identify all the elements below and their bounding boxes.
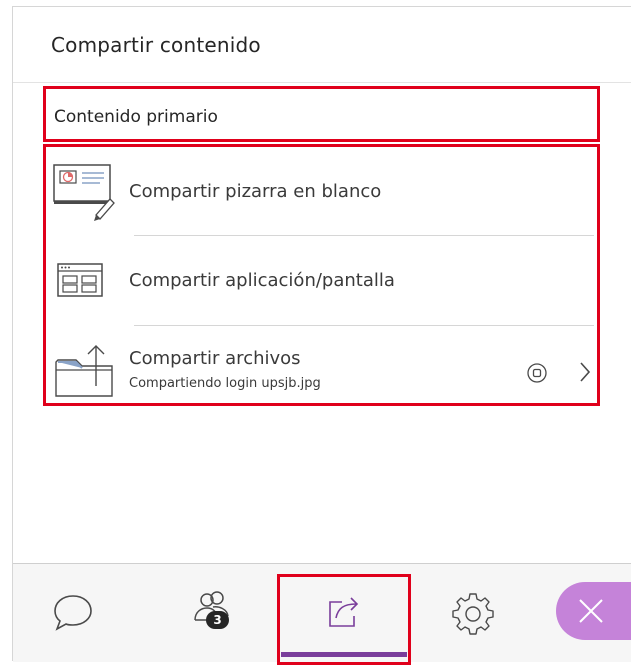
share-application-option[interactable]: Compartir aplicación/pantalla [46,236,597,324]
settings-button[interactable] [443,582,503,642]
close-button[interactable] [556,582,631,640]
active-tab-indicator [281,652,407,657]
attendees-button[interactable]: 3 [183,582,243,642]
primary-content-section: Contenido primario [43,86,600,142]
share-files-option[interactable]: Compartir archivos Compartiendo login up… [46,326,597,414]
panel-title: Compartir contenido [51,33,261,57]
application-window-icon [57,263,103,297]
whiteboard-icon [53,164,115,221]
share-files-status: Compartiendo login upsjb.jpg [129,376,321,391]
folder-icon [55,345,113,397]
share-files-label: Compartir archivos [129,348,301,369]
gear-icon [452,593,494,635]
chat-button[interactable] [43,582,103,642]
share-options-list: Compartir pizarra en blanco Compartir ap… [43,144,600,406]
share-application-label: Compartir aplicación/pantalla [129,270,395,291]
share-content-panel: Compartir contenido Contenido primario C… [12,6,631,665]
stop-sharing-icon[interactable] [526,362,548,384]
share-whiteboard-label: Compartir pizarra en blanco [129,181,382,202]
share-content-button[interactable] [314,582,374,642]
chat-bubble-icon [54,595,92,631]
share-arrow-icon [329,597,359,627]
chevron-right-icon[interactable] [578,360,592,384]
share-whiteboard-option[interactable]: Compartir pizarra en blanco [46,147,597,235]
bottom-toolbar: 3 [13,563,631,665]
section-title: Contenido primario [54,107,218,127]
panel-header: Compartir contenido [13,7,631,83]
attendee-count-badge: 3 [206,611,229,629]
close-icon [579,599,603,623]
